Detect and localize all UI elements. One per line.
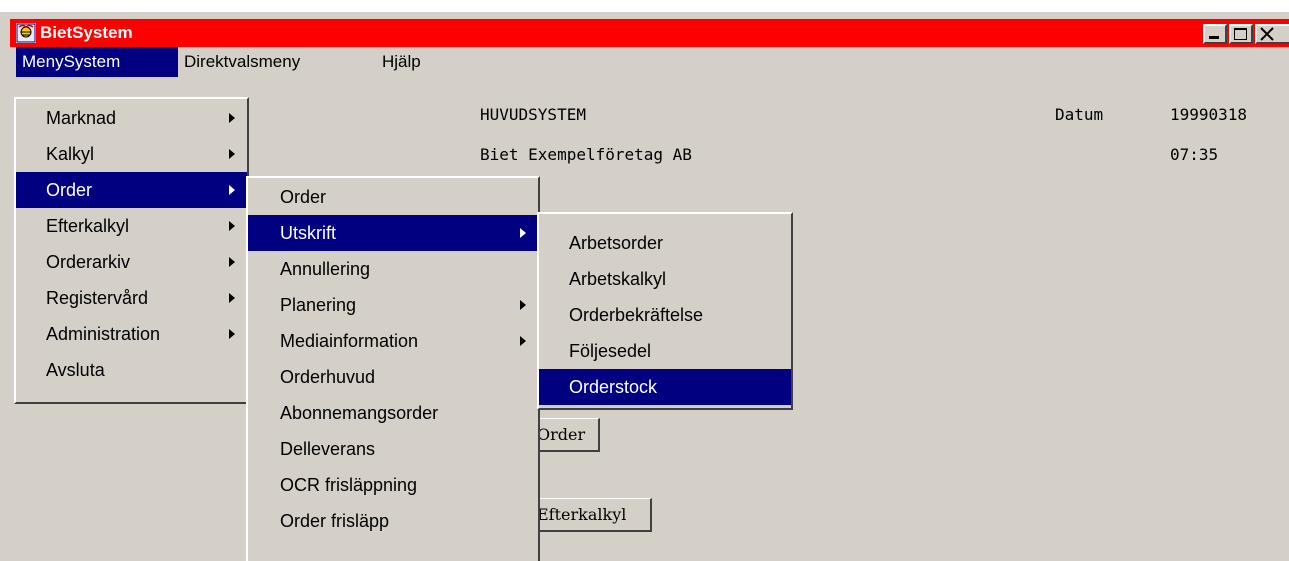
- submenu-arrow-icon: [520, 336, 526, 346]
- submenu-arrow-icon: [229, 113, 235, 123]
- submenu-item-foljesedel[interactable]: Följesedel: [539, 333, 791, 369]
- submenu-item-abonnemangsorder[interactable]: Abonnemangsorder: [248, 395, 538, 431]
- submenu-item-mediainformation[interactable]: Mediainformation: [248, 323, 538, 359]
- app-window: BietSystem MenySystem Direktvalsmeny Hjä…: [0, 12, 1289, 561]
- date-label: Datum: [1055, 105, 1104, 124]
- title-bar[interactable]: BietSystem: [10, 19, 1289, 47]
- submenu-arrow-icon: [229, 293, 235, 303]
- menu-item-label: Annullering: [280, 259, 371, 279]
- submenu-item-planering[interactable]: Planering: [248, 287, 538, 323]
- menu-item-registervard[interactable]: Registervård: [16, 280, 247, 316]
- menysystem-dropdown: Marknad Kalkyl Order Efterkalkyl Orderar…: [14, 97, 249, 404]
- menu-item-label: Avsluta: [46, 360, 105, 380]
- submenu-arrow-icon: [520, 228, 526, 238]
- menu-item-label: Efterkalkyl: [46, 216, 130, 236]
- menu-item-kalkyl[interactable]: Kalkyl: [16, 136, 247, 172]
- efterkalkyl-button-label: Efterkalkyl: [537, 505, 627, 524]
- menu-item-label: Kalkyl: [46, 144, 95, 164]
- time-value: 07:35: [1170, 145, 1219, 164]
- submenu-item-ocr-frislappning[interactable]: OCR frisläppning: [248, 467, 538, 503]
- close-icon: [1260, 27, 1274, 41]
- menu-item-order[interactable]: Order: [16, 172, 247, 208]
- submenu-item-order[interactable]: Order: [248, 179, 538, 215]
- menu-item-marknad[interactable]: Marknad: [16, 100, 247, 136]
- menu-hjalp[interactable]: Hjälp: [376, 47, 427, 77]
- submenu-item-order-frislapp[interactable]: Order frisläpp: [248, 503, 538, 539]
- menu-item-label: Order frisläpp: [280, 511, 390, 531]
- menu-item-label: Utskrift: [280, 223, 336, 243]
- submenu-arrow-icon: [229, 329, 235, 339]
- menu-item-label: Delleverans: [280, 439, 376, 459]
- window-title: BietSystem: [40, 23, 133, 42]
- submenu-item-orderhuvud[interactable]: Orderhuvud: [248, 359, 538, 395]
- menu-item-label: Orderbekräftelse: [569, 305, 704, 325]
- menu-direktvalsmeny[interactable]: Direktvalsmeny: [178, 47, 306, 77]
- system-title: HUVUDSYSTEM: [480, 105, 586, 124]
- menu-item-label: Order: [280, 187, 327, 207]
- menu-item-label: Orderarkiv: [46, 252, 131, 272]
- maximize-icon: [1234, 28, 1247, 40]
- menu-item-label: Arbetsorder: [569, 233, 664, 253]
- close-button[interactable]: [1255, 24, 1289, 44]
- minimize-button[interactable]: [1203, 24, 1227, 44]
- submenu-arrow-icon: [229, 257, 235, 267]
- submenu-item-arbetskalkyl[interactable]: Arbetskalkyl: [539, 261, 791, 297]
- menu-menysystem[interactable]: MenySystem: [16, 47, 178, 77]
- order-button-label: Order: [537, 425, 586, 444]
- menu-item-label: Orderstock: [569, 377, 658, 397]
- submenu-item-utskrift[interactable]: Utskrift: [248, 215, 538, 251]
- date-value: 19990318: [1170, 105, 1248, 124]
- menu-item-avsluta[interactable]: Avsluta: [16, 352, 247, 388]
- order-submenu: Order Utskrift Annullering Planering Med…: [246, 176, 540, 561]
- submenu-item-delleverans[interactable]: Delleverans: [248, 431, 538, 467]
- submenu-item-orderbekraftelse[interactable]: Orderbekräftelse: [539, 297, 791, 333]
- menu-item-label: Administration: [46, 324, 161, 344]
- company-name: Biet Exempelföretag AB: [480, 145, 692, 164]
- minimize-icon: [1209, 36, 1219, 39]
- menu-item-administration[interactable]: Administration: [16, 316, 247, 352]
- maximize-button[interactable]: [1229, 24, 1253, 44]
- menu-item-label: Registervård: [46, 288, 149, 308]
- menu-item-label: Mediainformation: [280, 331, 419, 351]
- submenu-arrow-icon: [229, 221, 235, 231]
- menu-item-orderarkiv[interactable]: Orderarkiv: [16, 244, 247, 280]
- app-icon: [16, 23, 36, 43]
- menu-item-label: OCR frisläppning: [280, 475, 418, 495]
- utskrift-submenu: Arbetsorder Arbetskalkyl Orderbekräftels…: [537, 212, 793, 410]
- menu-item-label: Abonnemangsorder: [280, 403, 439, 423]
- menu-item-label: Marknad: [46, 108, 117, 128]
- submenu-item-orderstock[interactable]: Orderstock: [539, 369, 791, 405]
- submenu-arrow-icon: [520, 300, 526, 310]
- submenu-item-annullering[interactable]: Annullering: [248, 251, 538, 287]
- menu-item-label: Planering: [280, 295, 357, 315]
- menu-item-label: Order: [46, 180, 93, 200]
- menu-item-label: Följesedel: [569, 341, 652, 361]
- menu-item-efterkalkyl[interactable]: Efterkalkyl: [16, 208, 247, 244]
- menu-item-label: Arbetskalkyl: [569, 269, 667, 289]
- submenu-arrow-icon: [229, 149, 235, 159]
- submenu-arrow-icon: [229, 185, 235, 195]
- submenu-item-arbetsorder[interactable]: Arbetsorder: [539, 225, 791, 261]
- menu-bar: MenySystem Direktvalsmeny Hjälp: [10, 47, 1289, 77]
- menu-item-label: Orderhuvud: [280, 367, 376, 387]
